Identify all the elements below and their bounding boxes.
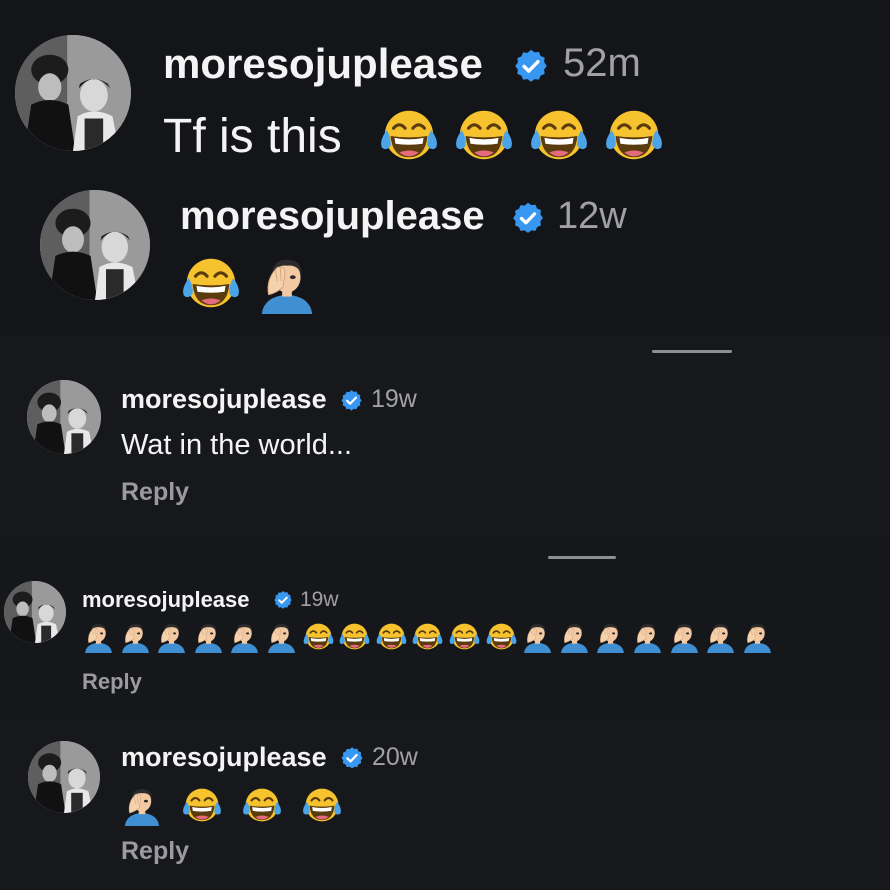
reply-button[interactable]: Reply: [121, 837, 189, 866]
facepalm-emoji-icon: [231, 624, 259, 653]
comment-username[interactable]: moresojuplease: [163, 40, 483, 88]
facepalm-emoji-icon: [158, 624, 186, 653]
joy-emoji-icon: [531, 110, 587, 160]
verified-badge-icon: [273, 590, 293, 610]
comment-emoji-row: [378, 104, 665, 166]
comment-panel-1: moresojuplease 52m Tf is this moresojupl…: [0, 0, 890, 336]
verified-badge-icon: [513, 48, 549, 84]
comment: moresojuplease 52m Tf is this: [0, 0, 890, 170]
reply-button[interactable]: Reply: [121, 478, 189, 507]
comment: moresojuplease 19w Reply: [0, 536, 890, 720]
comment-panel-2: moresojuplease 19w Wat in the world... R…: [0, 336, 890, 536]
joy-emoji-icon: [412, 623, 443, 650]
verified-badge-icon: [340, 746, 364, 770]
comment: moresojuplease 19w Wat in the world... R…: [0, 336, 890, 536]
joy-emoji-icon: [243, 788, 281, 822]
comment: moresojuplease 20w Reply: [0, 720, 890, 890]
comment-timestamp: 19w: [300, 588, 339, 611]
facepalm-emoji-icon: [124, 789, 160, 826]
joy-emoji-icon: [303, 623, 333, 650]
facepalm-emoji-icon: [560, 624, 588, 653]
verified-badge-icon: [511, 201, 545, 235]
comment-username[interactable]: moresojuplease: [121, 384, 327, 415]
joy-emoji-icon: [381, 110, 437, 160]
avatar[interactable]: [4, 581, 66, 643]
comment-panel-4: moresojuplease 20w Reply: [0, 720, 890, 890]
comment: moresojuplease 12w: [0, 170, 890, 336]
avatar[interactable]: [40, 190, 150, 300]
comment-emoji-row: [180, 252, 318, 314]
comment-username[interactable]: moresojuplease: [121, 742, 327, 773]
comment-panel-3: moresojuplease 19w Reply: [0, 536, 890, 720]
comment-text: Wat in the world...: [121, 429, 353, 461]
facepalm-emoji-icon: [524, 624, 552, 653]
facepalm-emoji-icon: [707, 624, 734, 653]
comment-timestamp: 12w: [557, 195, 627, 237]
comment-username[interactable]: moresojuplease: [180, 194, 485, 239]
joy-emoji-icon: [339, 623, 370, 650]
facepalm-emoji-icon: [597, 624, 625, 653]
joy-emoji-icon: [303, 788, 341, 822]
joy-emoji-icon: [456, 110, 512, 160]
comment-timestamp: 19w: [371, 385, 417, 413]
comment-text: Tf is this: [163, 110, 342, 163]
avatar[interactable]: [27, 380, 101, 454]
joy-emoji-icon: [183, 788, 221, 822]
facepalm-emoji-icon: [121, 624, 149, 653]
facepalm-emoji-icon: [743, 624, 771, 653]
facepalm-emoji-icon: [261, 259, 313, 314]
facepalm-emoji-icon: [634, 624, 661, 653]
comment-emoji-row: [121, 784, 343, 826]
facepalm-emoji-icon: [194, 624, 222, 653]
verified-badge-icon: [340, 389, 363, 412]
comment-timestamp: 52m: [563, 41, 641, 85]
comment-emoji-row: [82, 620, 774, 653]
joy-emoji-icon: [486, 623, 516, 650]
joy-emoji-icon: [183, 258, 239, 308]
reply-button[interactable]: Reply: [82, 669, 142, 695]
facepalm-emoji-icon: [85, 624, 112, 653]
facepalm-emoji-icon: [268, 624, 295, 653]
avatar[interactable]: [15, 35, 131, 151]
comment-username[interactable]: moresojuplease: [82, 587, 250, 613]
joy-emoji-icon: [376, 623, 407, 650]
joy-emoji-icon: [449, 623, 480, 650]
comment-timestamp: 20w: [372, 743, 418, 771]
facepalm-emoji-icon: [670, 624, 698, 653]
joy-emoji-icon: [606, 110, 662, 160]
avatar[interactable]: [28, 741, 100, 813]
